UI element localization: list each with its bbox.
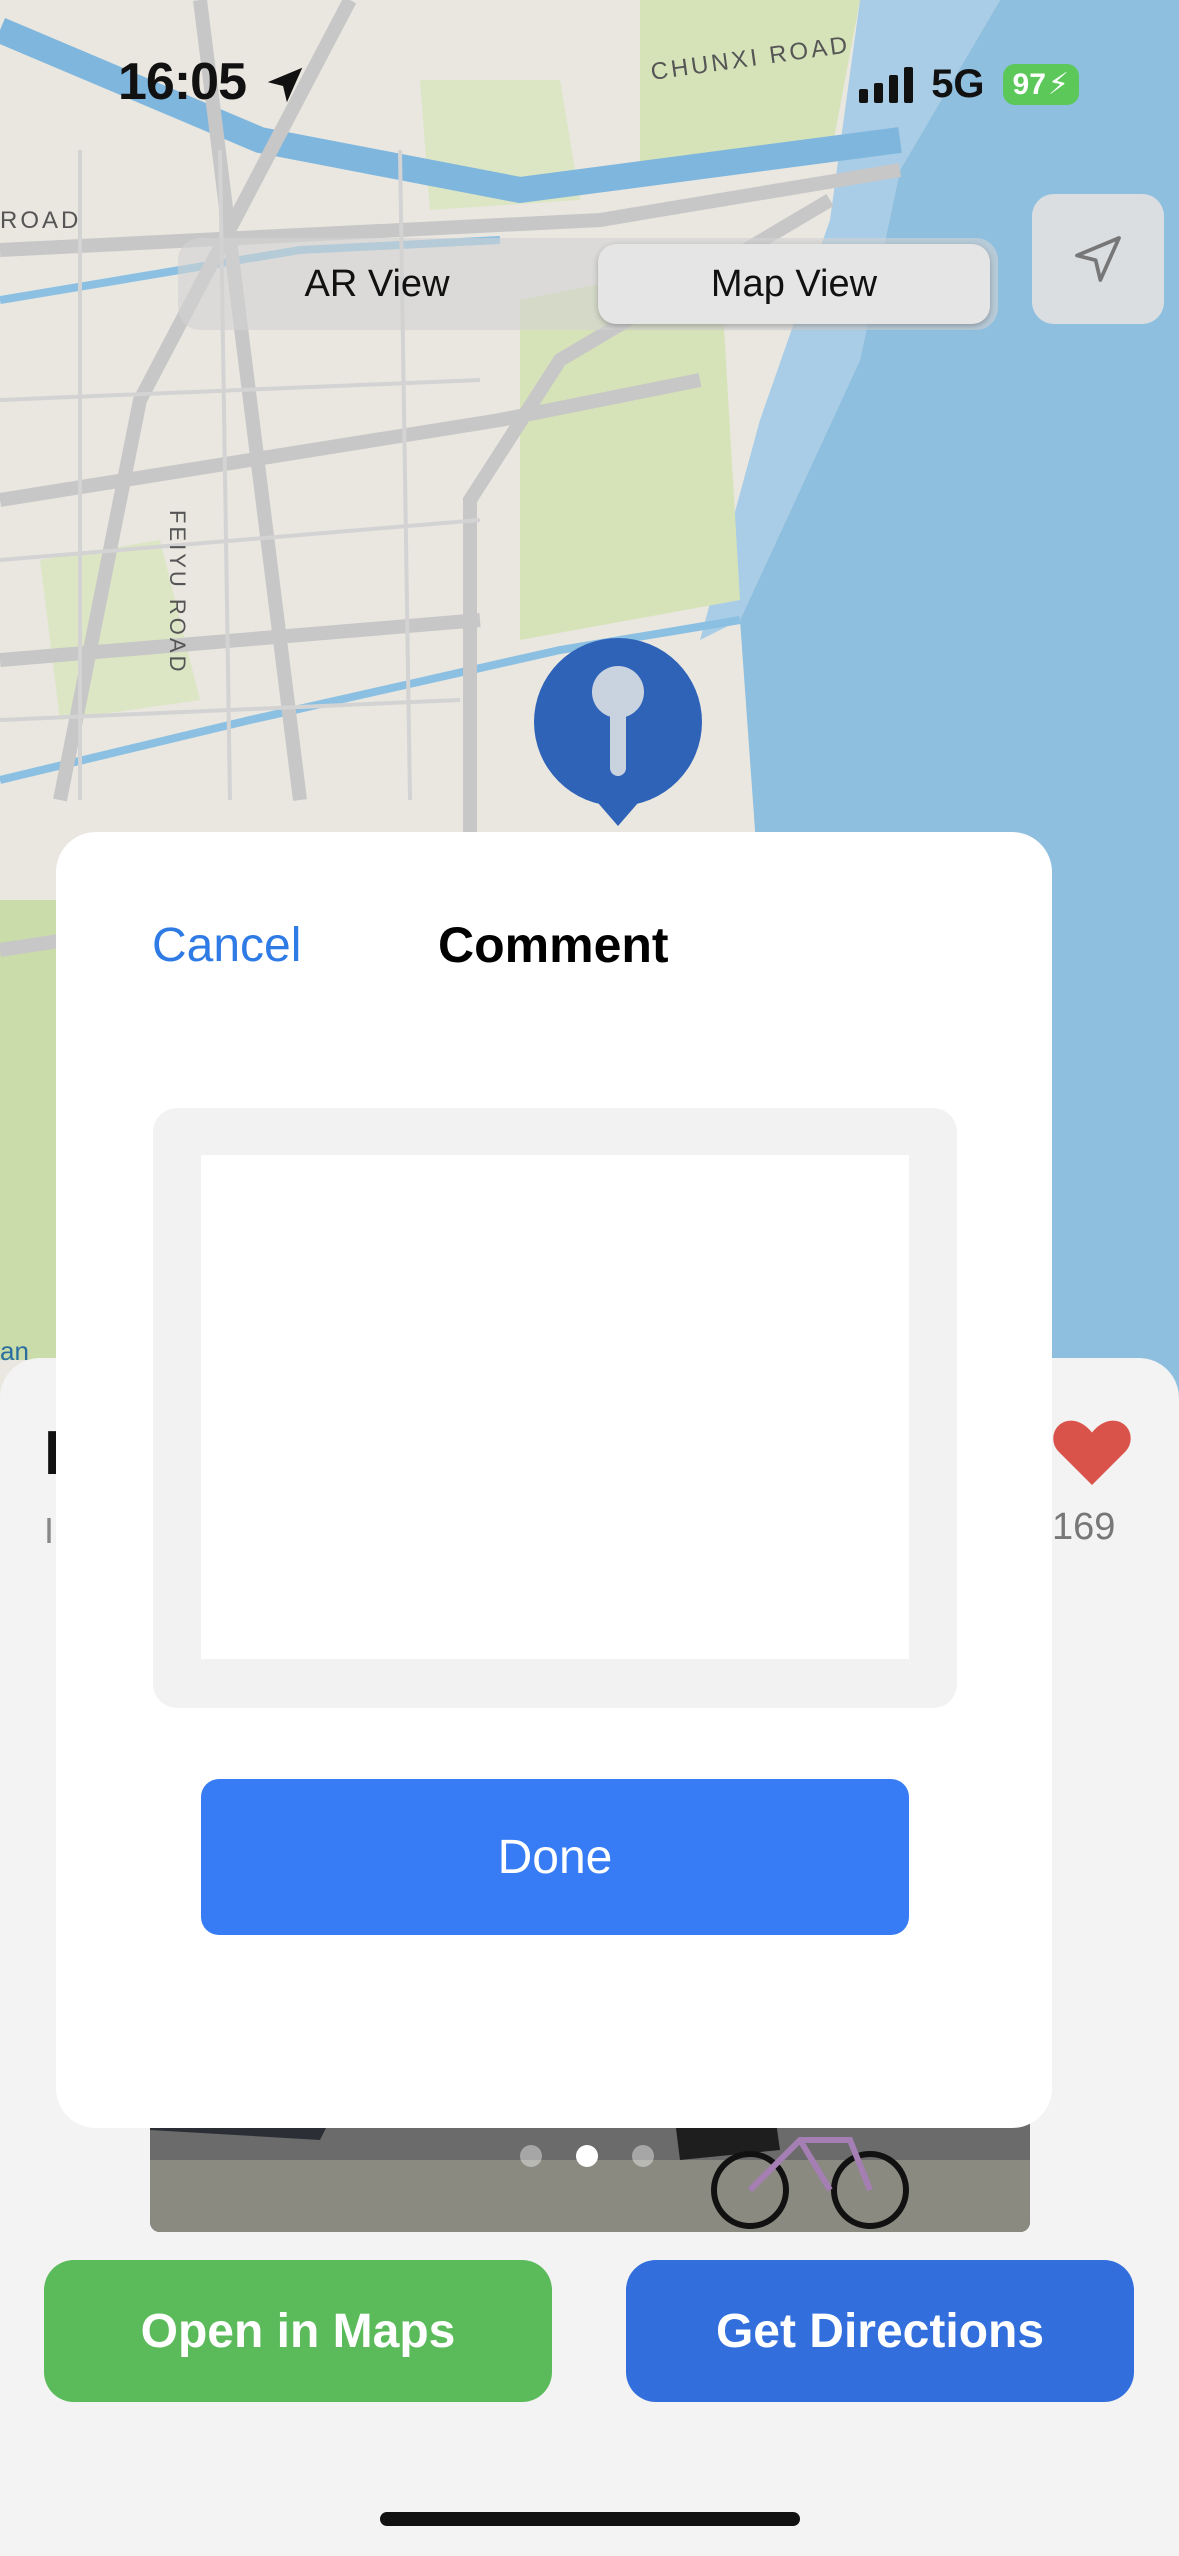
road-label-feiyu: FEIYU ROAD — [165, 510, 190, 674]
gallery-page-indicator — [520, 2145, 654, 2167]
status-indicators: 5G 97 ⚡ — [859, 62, 1079, 107]
map-view-tab[interactable]: Map View — [598, 244, 990, 324]
network-label: 5G — [931, 62, 985, 106]
like-count: 169 — [1052, 1506, 1116, 1548]
modal-title: Comment — [438, 917, 669, 973]
location-arrow-icon — [267, 67, 303, 103]
comment-input[interactable] — [201, 1155, 909, 1659]
road-label-left: ROAD — [0, 207, 81, 234]
page-dot-active — [576, 2145, 598, 2167]
page-dot — [520, 2145, 542, 2167]
home-indicator[interactable] — [380, 2512, 800, 2526]
place-subtitle-partial: I — [44, 1510, 55, 1551]
view-mode-toggle: AR View Map View — [178, 238, 998, 330]
get-directions-button[interactable]: Get Directions — [626, 2260, 1134, 2402]
ar-view-tab[interactable]: AR View — [182, 244, 572, 324]
cancel-button[interactable]: Cancel — [152, 918, 301, 973]
page-dot — [632, 2145, 654, 2167]
battery-icon: 97 ⚡ — [1002, 64, 1079, 105]
heart-icon[interactable] — [1050, 1410, 1134, 1490]
location-arrow-outline-icon — [1075, 236, 1121, 282]
map-pin-icon[interactable] — [532, 636, 704, 836]
battery-level: 97 — [1012, 67, 1046, 101]
status-time: 16:05 — [118, 53, 247, 111]
locate-me-button[interactable] — [1032, 194, 1164, 324]
open-in-maps-button[interactable]: Open in Maps — [44, 2260, 552, 2402]
signal-icon — [859, 66, 914, 103]
done-button[interactable]: Done — [201, 1779, 909, 1935]
